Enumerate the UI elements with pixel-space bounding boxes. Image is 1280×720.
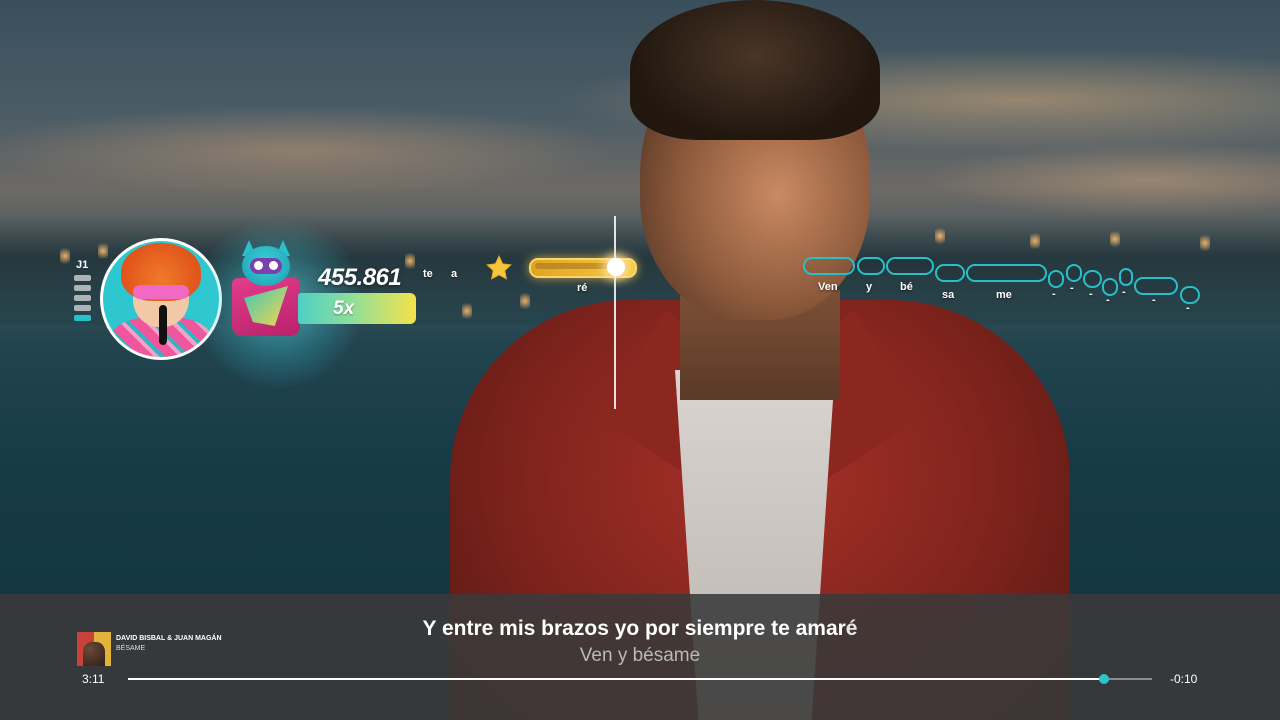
upcoming-syllable: - [1106,294,1110,306]
upcoming-syllable: - [1152,294,1156,306]
harbor-light [60,245,70,267]
multiplier-value: 5x [333,298,355,319]
upcoming-syllable: - [1186,302,1190,314]
note-bar [1180,286,1200,304]
upcoming-syllable: - [1052,288,1056,300]
note-bar [935,264,965,282]
elapsed-time: 3:11 [82,672,105,686]
note-bar [1134,277,1178,295]
note-bar [1048,270,1064,288]
star-icon [486,255,512,280]
level-bar [74,295,91,301]
pitch-indicator [607,258,625,276]
note-bar [857,257,885,275]
level-bar [74,315,91,321]
note-bar [886,257,934,275]
note-bar [1083,270,1102,288]
upcoming-syllable: y [866,281,873,293]
passed-syllable: te [423,268,433,280]
score-value: 455.861 [318,264,402,291]
multiplier-badge: 5x [298,293,416,324]
artist-name: DAVID BISBAL & JUAN MAGÁN [116,635,222,642]
level-bar [74,285,91,291]
upcoming-syllable: - [1070,282,1074,294]
harbor-light [405,250,415,272]
note-bar [1102,278,1118,296]
note-bar [1066,264,1082,282]
next-lyric-line: Ven y bésame [579,645,701,666]
note-bar [966,264,1047,282]
level-bar [74,275,91,281]
upcoming-syllable: sa [942,289,955,301]
level-bar [74,305,91,311]
upcoming-syllable: bé [900,281,913,293]
current-syllable: ré [577,282,588,294]
song-title: BÉSAME [116,645,146,652]
song-progress-track [128,678,1152,680]
passed-syllable: a [451,268,458,280]
lyric-remaining-part: é [845,617,858,640]
remaining-time: -0:10 [1170,672,1198,686]
upcoming-syllable: Ven [818,281,838,293]
upcoming-syllable: - [1122,286,1126,298]
harbor-light [1110,228,1120,250]
upcoming-syllable: - [1089,288,1093,300]
mascot-icon [232,240,300,336]
player-tag: J1 [76,259,89,271]
mic-level-bars [74,275,91,321]
lyric-sung-part: Y entre mis brazos yo por siempre te ama… [422,617,846,640]
now-line [614,216,616,409]
upcoming-syllable: me [996,289,1012,301]
song-progress-knob [1098,674,1109,684]
note-bar [1119,268,1133,286]
song-progress-fill [128,678,1104,680]
note-bar [803,257,855,275]
album-cover-icon [77,632,111,666]
harbor-light [1200,232,1210,254]
